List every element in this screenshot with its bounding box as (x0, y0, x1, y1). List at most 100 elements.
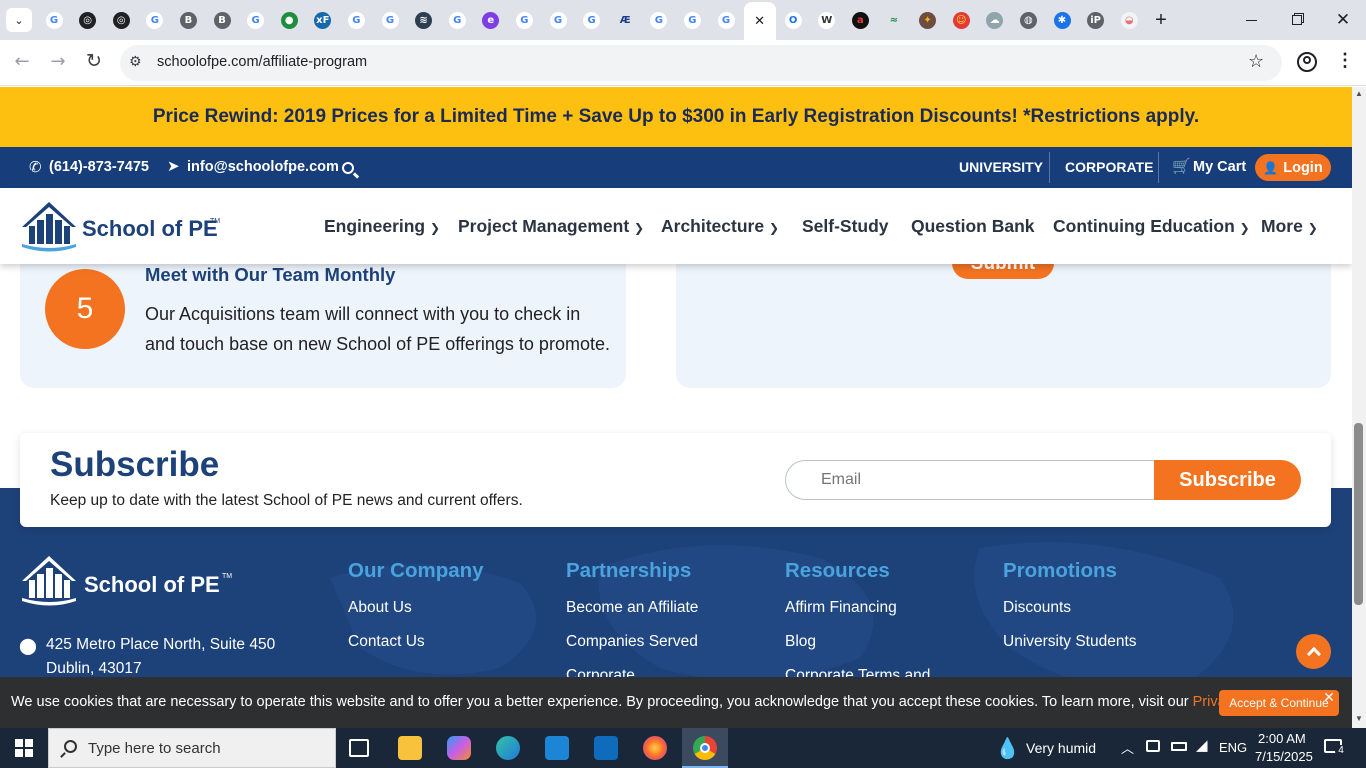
browser-tab[interactable]: ☺ (945, 4, 977, 36)
browser-tab[interactable]: G (643, 4, 675, 36)
nav-self-study[interactable]: Self-Study (802, 216, 889, 237)
browser-tab[interactable]: ≋ (408, 4, 440, 36)
browser-tab[interactable]: ✱ (1046, 4, 1078, 36)
scroll-down-arrow[interactable]: ▼ (1355, 714, 1363, 723)
browser-tab[interactable]: Æ (609, 4, 641, 36)
copilot-icon[interactable] (447, 736, 471, 760)
address-bar[interactable]: ⚙ schoolofpe.com/affiliate-program ☆ (120, 45, 1282, 81)
footer-link-blog[interactable]: Blog (785, 633, 816, 651)
email-link[interactable]: info@schoolofpe.com (187, 159, 339, 175)
footer-link-become-affiliate[interactable]: Become an Affiliate (566, 599, 698, 617)
scroll-up-arrow[interactable]: ▲ (1355, 89, 1363, 98)
search-icon[interactable] (342, 162, 354, 174)
logo[interactable]: School of PE TM (20, 200, 230, 256)
battery-icon[interactable] (1171, 742, 1187, 751)
browser-tab[interactable]: G (542, 4, 574, 36)
accept-continue-button[interactable]: Accept & Continue (1219, 690, 1339, 716)
browser-tab[interactable]: a (844, 4, 876, 36)
minimize-button[interactable] (1236, 6, 1266, 34)
browser-tab[interactable]: ◍ (1012, 4, 1044, 36)
notification-center-button[interactable]: 4 (1322, 737, 1347, 759)
browser-tab[interactable]: ☁ (979, 4, 1011, 36)
corporate-link[interactable]: CORPORATE (1065, 159, 1153, 175)
footer-link-university-students[interactable]: University Students (1003, 633, 1137, 651)
browser-tab[interactable]: G (38, 4, 70, 36)
email-input[interactable] (785, 460, 1165, 500)
browser-tab[interactable]: ≈ (878, 4, 910, 36)
scrollbar-thumb[interactable] (1354, 423, 1363, 605)
nav-architecture[interactable]: Architecture ❯ (661, 216, 779, 237)
browser-tab[interactable]: ◎ (105, 4, 137, 36)
tab-search-button[interactable]: ⌄ (6, 8, 32, 32)
browser-tab[interactable]: G (576, 4, 608, 36)
browser-tab[interactable]: B (206, 4, 238, 36)
browser-tab[interactable]: B (172, 4, 204, 36)
browser-tab[interactable]: iP (1080, 4, 1112, 36)
weather-text[interactable]: Very humid (1026, 740, 1096, 756)
network-icon[interactable]: ◢ (1196, 736, 1208, 754)
browser-tab[interactable]: ● (273, 4, 305, 36)
browser-tab[interactable]: G (374, 4, 406, 36)
nav-project-management[interactable]: Project Management ❯ (458, 216, 644, 237)
browser-tab[interactable]: G (710, 4, 742, 36)
browser-tab[interactable]: ✦ (912, 4, 944, 36)
browser-tab[interactable]: G (240, 4, 272, 36)
site-info-icon[interactable]: ⚙ (129, 54, 142, 70)
browser-tab[interactable]: G (676, 4, 708, 36)
firefox-icon[interactable] (643, 736, 667, 760)
close-window-button[interactable]: ✕ (1328, 6, 1358, 34)
meet-icon[interactable] (1146, 740, 1160, 752)
reload-button[interactable]: ↻ (82, 50, 106, 74)
browser-tab[interactable]: G (508, 4, 540, 36)
nav-more[interactable]: More ❯ (1261, 216, 1318, 237)
menu-button[interactable]: ⋮ (1336, 50, 1354, 74)
weather-icon[interactable]: 💧 (995, 736, 1020, 760)
login-button[interactable]: 👤 Login (1255, 154, 1331, 181)
start-button[interactable] (0, 728, 48, 768)
footer-link-contact-us[interactable]: Contact Us (348, 633, 425, 651)
page-scrollbar[interactable]: ▲ ▼ (1352, 87, 1366, 728)
back-button[interactable]: ← (10, 51, 34, 75)
browser-tab[interactable]: ◒ (1113, 4, 1145, 36)
browser-tab[interactable]: G (441, 4, 473, 36)
promo-text[interactable]: Price Rewind: 2019 Prices for a Limited … (153, 106, 1199, 128)
restore-button[interactable] (1282, 6, 1312, 34)
browser-tab[interactable]: G (139, 4, 171, 36)
browser-tab[interactable]: xF (307, 4, 339, 36)
footer-link-affirm-financing[interactable]: Affirm Financing (785, 599, 897, 617)
task-view-icon[interactable] (349, 739, 369, 757)
browser-tab[interactable]: W (811, 4, 843, 36)
chrome-taskbar-button[interactable] (682, 728, 728, 768)
edge-icon[interactable] (496, 736, 520, 760)
nav-question-bank[interactable]: Question Bank (911, 216, 1035, 237)
browser-tab[interactable]: G (340, 4, 372, 36)
browser-tab[interactable]: O (777, 4, 809, 36)
file-explorer-icon[interactable] (398, 736, 422, 760)
footer-link-companies-served[interactable]: Companies Served (566, 633, 698, 651)
browser-tab[interactable]: ✕ (743, 2, 776, 40)
subscribe-button[interactable]: Subscribe (1154, 460, 1301, 500)
profile-button[interactable] (1297, 52, 1317, 72)
cookie-close-button[interactable]: ✕ (1322, 691, 1336, 705)
clock-date[interactable]: 7/15/2025 (1255, 749, 1313, 764)
cart-link[interactable]: My Cart (1193, 159, 1246, 175)
chevron-up-icon[interactable]: ︿ (1121, 738, 1134, 757)
footer-link-discounts[interactable]: Discounts (1003, 599, 1071, 617)
nav-continuing-education[interactable]: Continuing Education ❯ (1053, 216, 1250, 237)
language-indicator[interactable]: ENG (1219, 740, 1247, 755)
phone-link[interactable]: (614)-873-7475 (49, 159, 149, 175)
outlook-icon[interactable] (594, 736, 618, 760)
url-text[interactable]: schoolofpe.com/affiliate-program (157, 54, 367, 70)
taskbar-search-box[interactable]: Type here to search (48, 728, 336, 768)
promo-banner[interactable]: Price Rewind: 2019 Prices for a Limited … (0, 87, 1352, 147)
browser-tab[interactable]: ◎ (72, 4, 104, 36)
footer-logo[interactable]: School of PE TM (20, 554, 235, 610)
university-link[interactable]: UNIVERSITY (959, 159, 1043, 175)
close-tab-icon[interactable]: ✕ (751, 12, 769, 30)
store-icon[interactable] (545, 736, 569, 760)
footer-link-about-us[interactable]: About Us (348, 599, 412, 617)
clock-time[interactable]: 2:00 AM (1258, 731, 1306, 746)
browser-tab[interactable]: e (475, 4, 507, 36)
bookmark-star-icon[interactable]: ☆ (1248, 51, 1264, 72)
back-to-top-button[interactable] (1296, 634, 1331, 669)
